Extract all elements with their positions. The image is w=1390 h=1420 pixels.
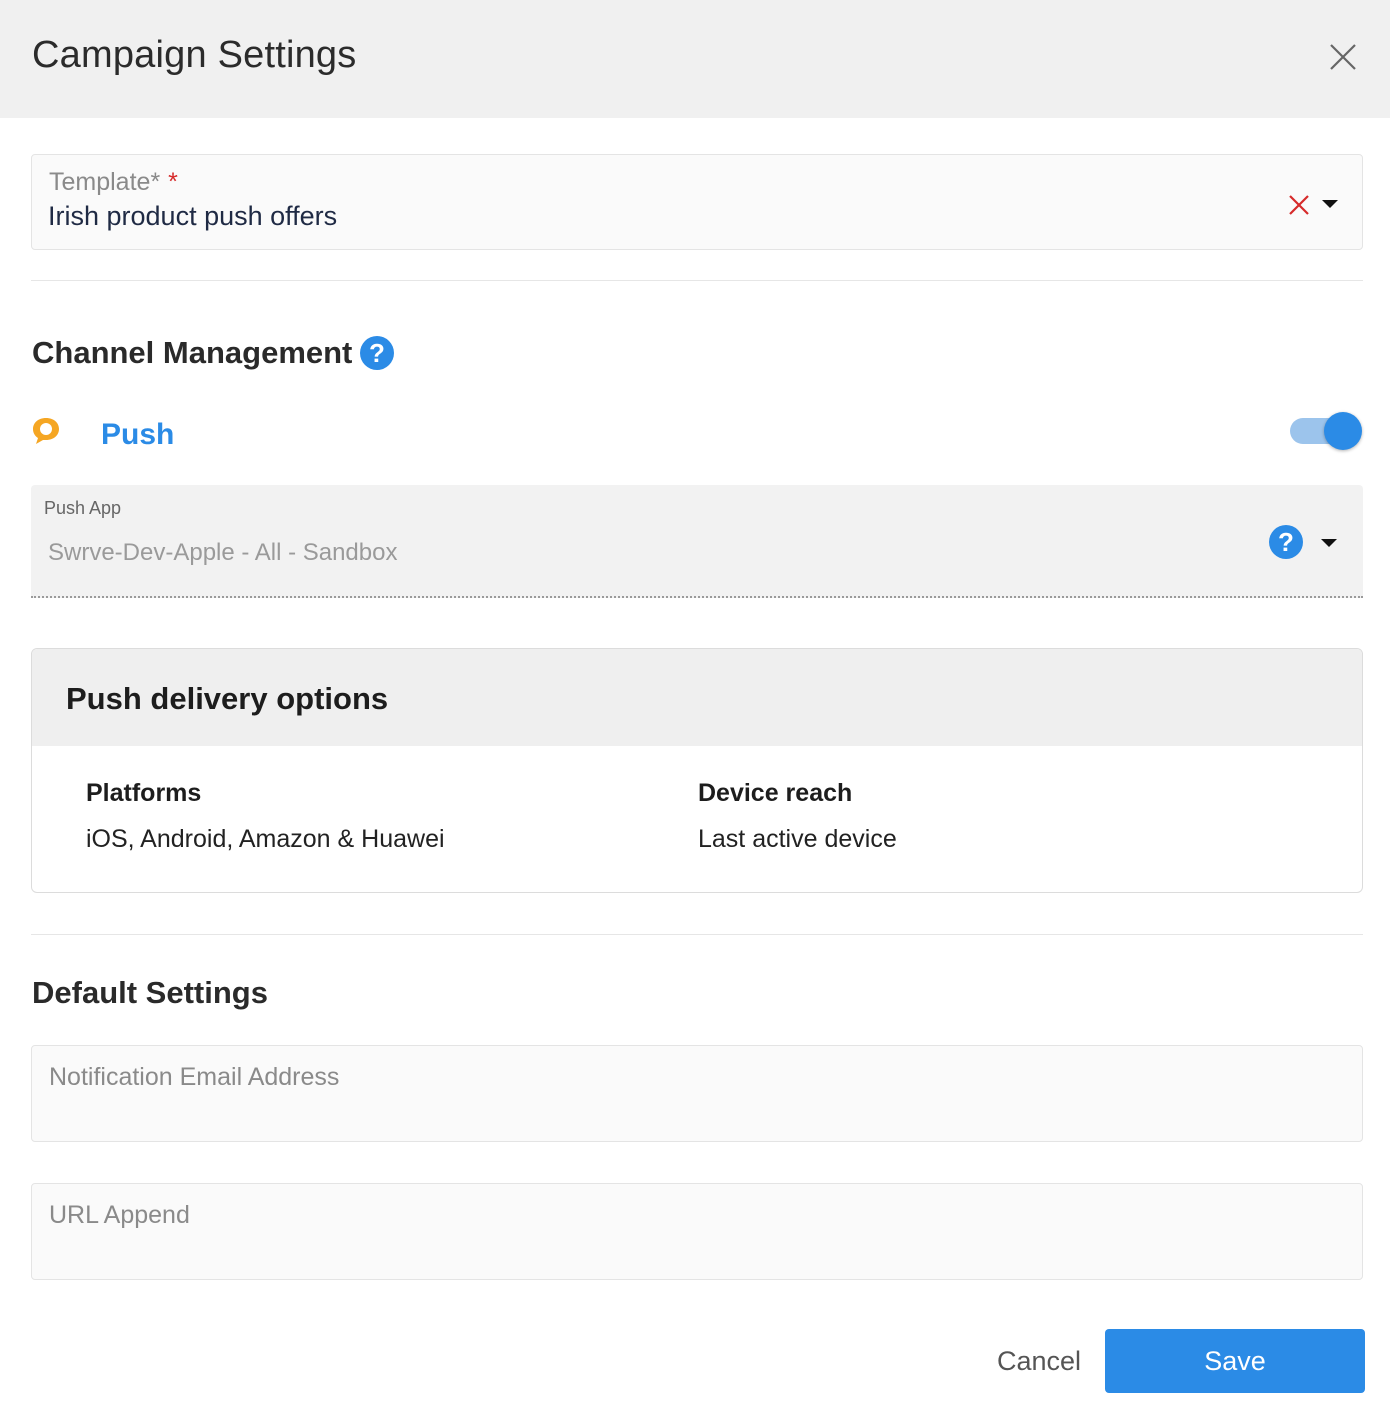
divider [31, 934, 1363, 935]
notification-email-field[interactable]: Notification Email Address [31, 1045, 1363, 1142]
delivery-card-header: Push delivery options [32, 649, 1362, 746]
caret-down-icon[interactable] [1322, 200, 1338, 208]
help-icon[interactable]: ? [1269, 525, 1303, 559]
push-app-label: Push App [44, 498, 122, 518]
platforms-value: iOS, Android, Amazon & Huawei [86, 825, 445, 853]
cancel-button[interactable]: Cancel [980, 1330, 1098, 1392]
push-channel-label: Push [101, 418, 175, 451]
device-reach-value: Last active device [698, 825, 897, 853]
channel-management-title: Channel Management [32, 335, 353, 370]
caret-down-icon[interactable] [1321, 539, 1337, 547]
close-icon[interactable] [1322, 36, 1364, 78]
email-placeholder: Notification Email Address [49, 1063, 340, 1091]
help-icon[interactable]: ? [360, 336, 394, 370]
template-select[interactable]: Template* * Irish product push offers [31, 154, 1363, 250]
delivery-card-title: Push delivery options [66, 681, 389, 716]
toggle-knob [1324, 412, 1362, 450]
save-button[interactable]: Save [1105, 1329, 1365, 1393]
push-app-select[interactable]: Push App Swrve-Dev-Apple - All - Sandbox… [31, 485, 1363, 598]
platforms-label: Platforms [86, 779, 202, 807]
url-append-placeholder: URL Append [49, 1201, 190, 1229]
url-append-field[interactable]: URL Append [31, 1183, 1363, 1280]
required-marker: * [168, 168, 178, 196]
device-reach-label: Device reach [698, 779, 853, 807]
template-value: Irish product push offers [48, 201, 338, 231]
divider [31, 280, 1363, 281]
speech-bubble-icon [31, 416, 61, 446]
dialog-title: Campaign Settings [32, 34, 357, 76]
clear-x-icon[interactable] [1287, 193, 1311, 217]
dialog-header: Campaign Settings [0, 0, 1390, 118]
default-settings-title: Default Settings [32, 975, 268, 1010]
push-app-value: Swrve-Dev-Apple - All - Sandbox [48, 539, 398, 566]
template-label: Template* * [49, 168, 178, 196]
push-toggle[interactable] [1290, 412, 1364, 450]
push-delivery-options-card: Push delivery options Platforms iOS, And… [31, 648, 1363, 893]
